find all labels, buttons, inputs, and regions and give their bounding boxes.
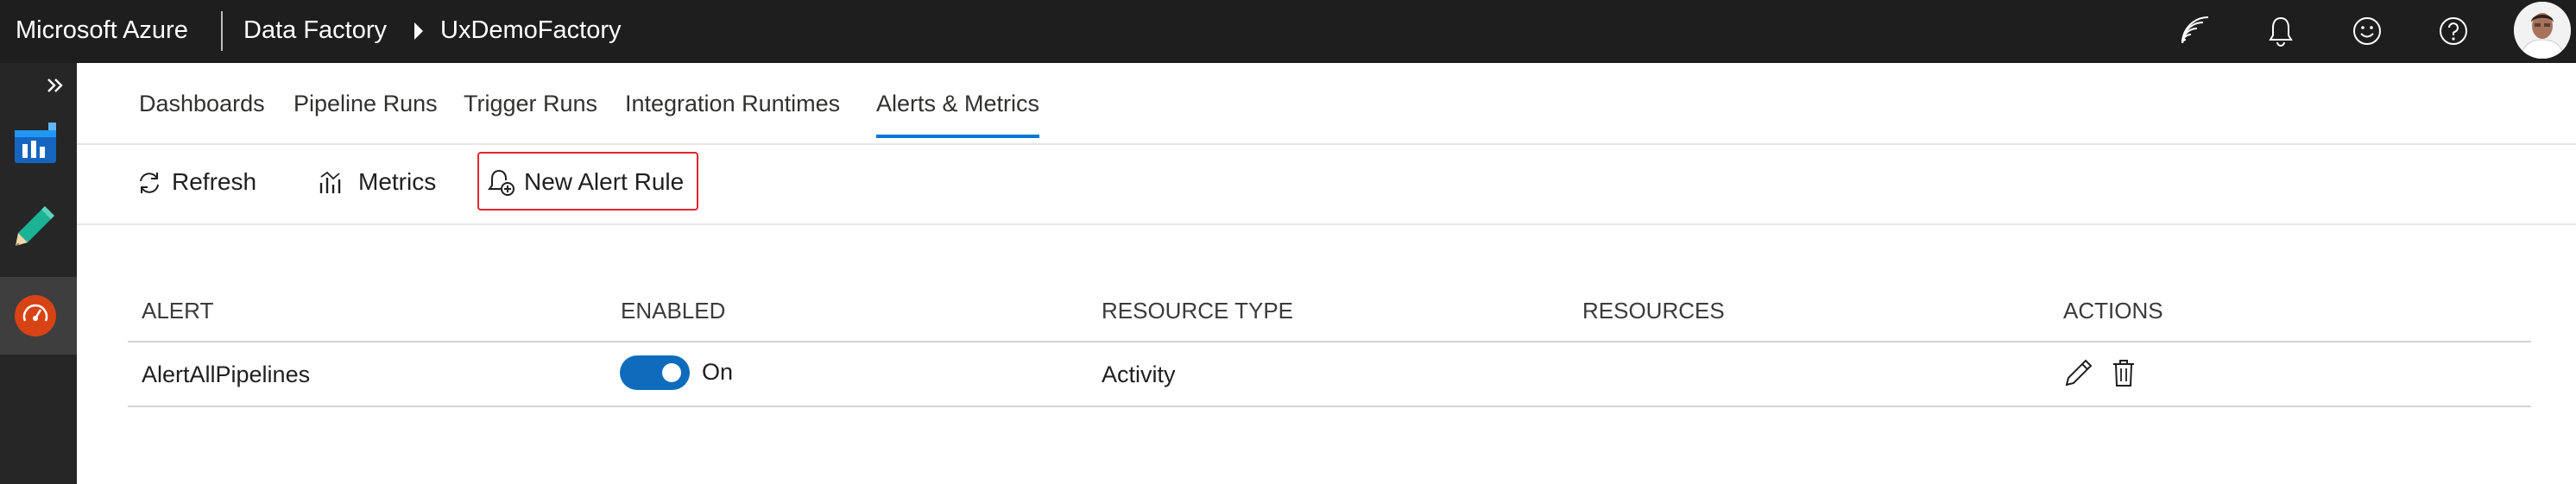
- column-header-resource-type[interactable]: RESOURCE TYPE: [1102, 285, 1293, 341]
- rail-item-monitor[interactable]: [0, 277, 77, 355]
- product-title[interactable]: Microsoft Azure: [16, 0, 188, 63]
- breadcrumb-service[interactable]: Data Factory: [243, 0, 387, 63]
- row-divider: [128, 405, 2531, 407]
- enabled-toggle[interactable]: [620, 355, 690, 390]
- new-alert-bell-icon: [488, 170, 515, 196]
- left-rail: [0, 63, 77, 484]
- feedback-signal-icon[interactable]: [2177, 14, 2212, 48]
- refresh-button[interactable]: Refresh: [136, 152, 343, 211]
- monitor-dashboard-icon: [15, 123, 56, 163]
- header-divider: [128, 341, 2531, 343]
- tab-trigger-runs[interactable]: Trigger Runs: [464, 63, 597, 143]
- alert-name-cell[interactable]: AlertAllPipelines: [142, 343, 310, 406]
- enabled-state-label: On: [702, 359, 734, 385]
- tab-dashboards[interactable]: Dashboards: [139, 63, 265, 143]
- toolbar: Refresh Metrics New Alert Rule: [77, 143, 2576, 225]
- title-divider: [221, 11, 223, 51]
- breadcrumb-resource[interactable]: UxDemoFactory: [440, 0, 622, 63]
- column-header-enabled[interactable]: ENABLED: [621, 285, 725, 341]
- column-header-actions[interactable]: ACTIONS: [2063, 285, 2163, 341]
- rail-item-author[interactable]: [0, 186, 77, 264]
- tab-alerts-metrics[interactable]: Alerts & Metrics: [876, 63, 1040, 143]
- metrics-button[interactable]: Metrics: [317, 152, 489, 211]
- edit-pencil-icon[interactable]: [2063, 357, 2094, 388]
- toggle-knob: [662, 363, 681, 382]
- user-avatar[interactable]: [2514, 2, 2571, 59]
- monitor-tabs: Dashboards Pipeline Runs Trigger Runs In…: [77, 63, 2576, 145]
- metrics-chart-icon: [319, 171, 341, 193]
- column-header-resources[interactable]: RESOURCES: [1582, 285, 1725, 341]
- refresh-icon: [140, 173, 159, 193]
- refresh-label: Refresh: [172, 168, 257, 195]
- new-alert-rule-label: New Alert Rule: [524, 168, 685, 195]
- rail-item-dashboard[interactable]: [0, 104, 77, 182]
- monitor-gauge-icon: [15, 295, 56, 336]
- user-photo-icon: [2514, 2, 2571, 59]
- metrics-label: Metrics: [358, 168, 437, 195]
- breadcrumb-chevron-icon: [414, 22, 423, 40]
- tab-pipeline-runs[interactable]: Pipeline Runs: [294, 63, 438, 143]
- resource-type-cell: Activity: [1102, 361, 1176, 387]
- top-bar: Microsoft Azure Data Factory UxDemoFacto…: [0, 0, 2576, 63]
- expand-chevrons-icon[interactable]: [45, 75, 66, 96]
- new-alert-rule-button[interactable]: New Alert Rule: [477, 152, 698, 211]
- column-header-alert[interactable]: ALERT: [142, 285, 213, 341]
- delete-trash-icon[interactable]: [2108, 357, 2139, 388]
- author-pencil-icon: [16, 206, 54, 246]
- tab-integration-runtimes[interactable]: Integration Runtimes: [625, 63, 840, 143]
- help-icon[interactable]: [2436, 14, 2471, 48]
- notifications-bell-icon[interactable]: [2263, 14, 2298, 48]
- smiley-icon[interactable]: [2350, 14, 2384, 48]
